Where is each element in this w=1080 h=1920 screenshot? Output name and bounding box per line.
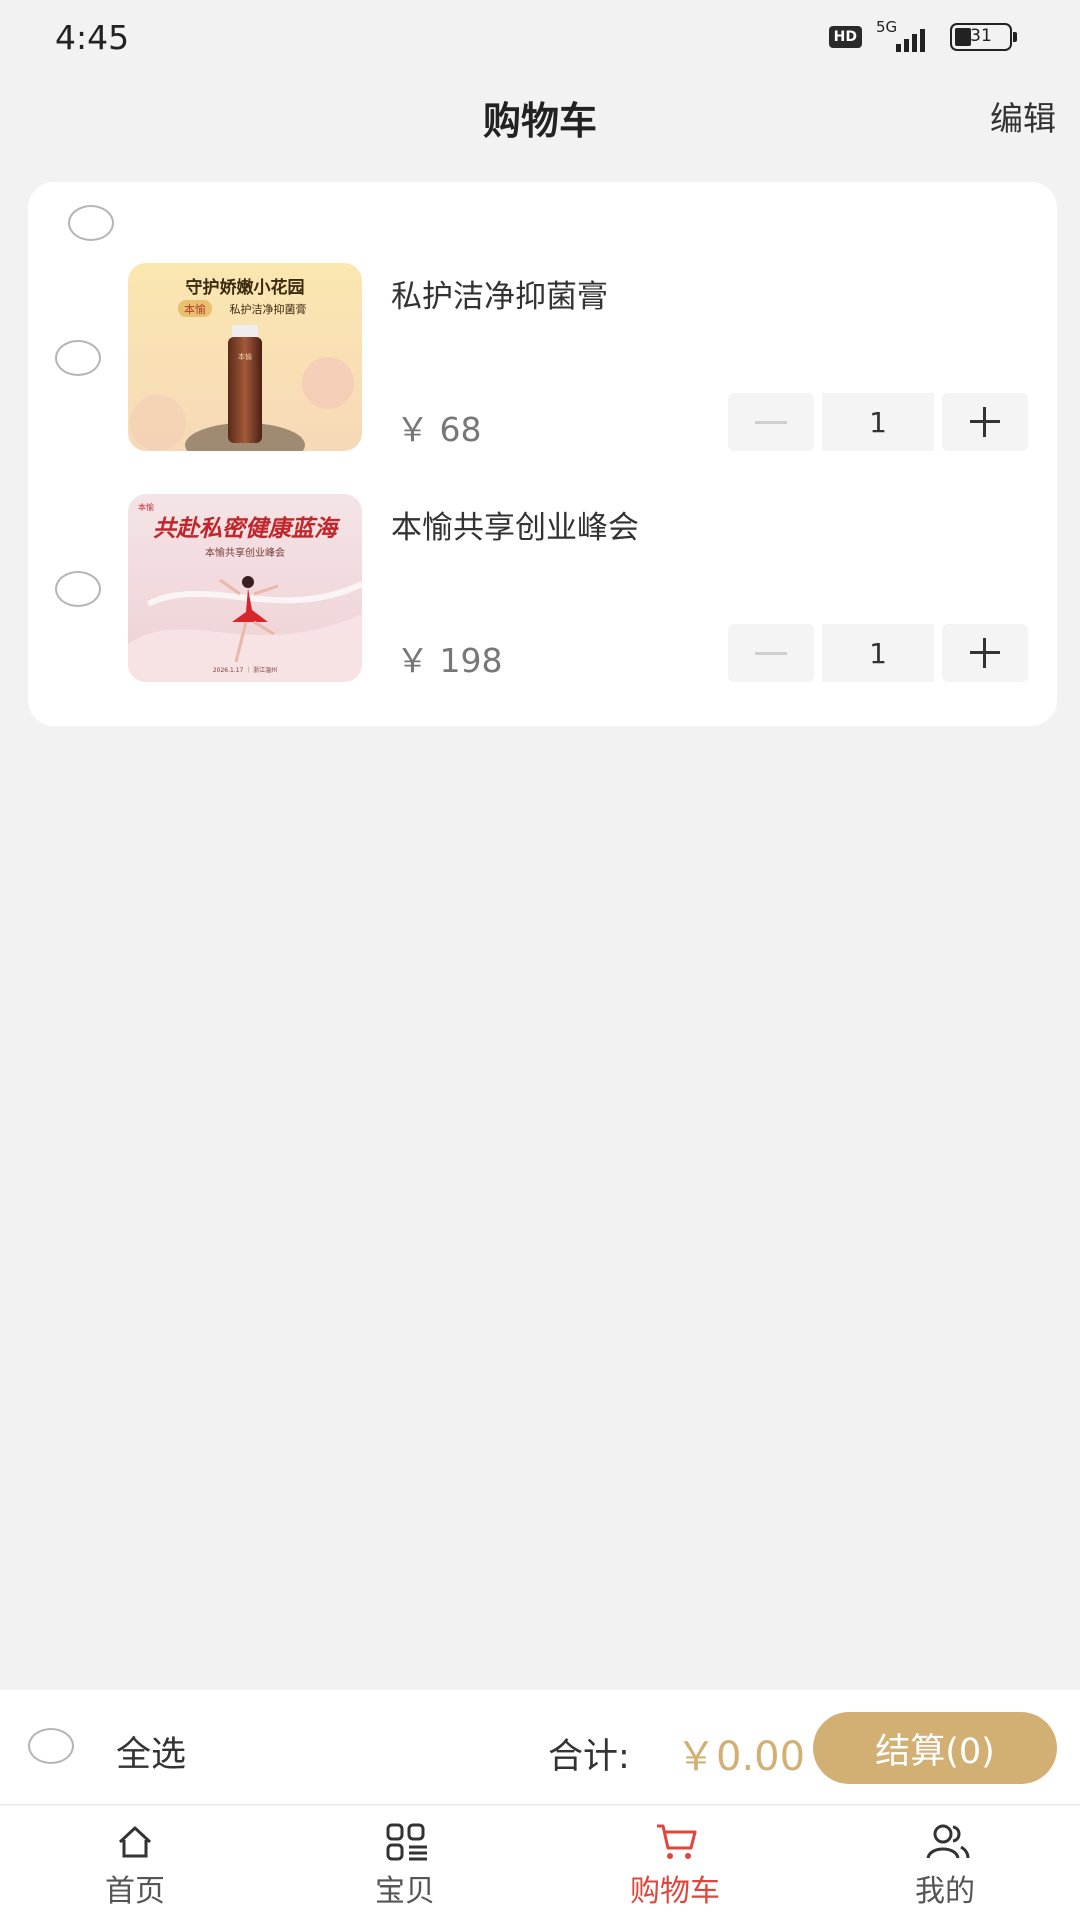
- header: 购物车 编辑: [0, 78, 1080, 150]
- select-all-radio[interactable]: [28, 1728, 74, 1764]
- tab-bar: 首页 宝贝 购物车 我的: [0, 1806, 1080, 1920]
- network-type: 5G: [876, 18, 898, 36]
- home-icon: [118, 1826, 152, 1858]
- plus-icon: [970, 638, 1000, 668]
- status-time: 4:45: [55, 18, 130, 57]
- tab-label: 购物车: [630, 1874, 720, 1909]
- product-image[interactable]: 守护娇嫩小花园 本愉 私护洁净抑菌膏 本愉: [128, 263, 362, 451]
- image-headline: 守护娇嫩小花园: [186, 277, 305, 298]
- quantity-value[interactable]: 1: [822, 624, 934, 682]
- decrease-button[interactable]: [728, 624, 814, 682]
- checkout-button[interactable]: 结算(0): [813, 1712, 1057, 1784]
- minus-icon: [755, 420, 787, 424]
- tab-cart[interactable]: 购物车: [540, 1806, 810, 1920]
- tab-products[interactable]: 宝贝: [270, 1806, 540, 1920]
- decrease-button[interactable]: [728, 393, 814, 451]
- product-image-summit: 本愉 共赴私密健康蓝海 本愉共享创业峰会 2026.1.17 ｜ 浙江温州: [128, 494, 362, 682]
- grid-icon: [386, 1823, 427, 1861]
- checkout-bar: 全选 合计: ￥0.00 结算(0): [0, 1690, 1080, 1805]
- edit-button[interactable]: 编辑: [990, 92, 1056, 140]
- cart-item: 本愉 共赴私密健康蓝海 本愉共享创业峰会 2026.1.17 ｜ 浙江温州 本愉…: [28, 494, 1057, 684]
- item-price: ￥ 198: [396, 641, 503, 680]
- image-brand: 本愉: [184, 302, 206, 316]
- tab-profile[interactable]: 我的: [810, 1806, 1080, 1920]
- page-title: 购物车: [482, 99, 597, 143]
- hd-icon: HD: [828, 26, 862, 48]
- tab-label: 我的: [915, 1874, 975, 1909]
- item-name[interactable]: 本愉共享创业峰会: [391, 502, 639, 547]
- cart-item: 守护娇嫩小花园 本愉 私护洁净抑菌膏 本愉 私护洁净抑菌膏 ￥ 68 1: [28, 263, 1057, 453]
- image-product: 私护洁净抑菌膏: [230, 302, 307, 316]
- battery-icon: 31: [950, 23, 1017, 51]
- quantity-stepper: 1: [728, 624, 1028, 682]
- product-image-cream: 守护娇嫩小花园 本愉 私护洁净抑菌膏 本愉: [128, 263, 362, 451]
- cart-icon: [657, 1824, 697, 1859]
- tab-home[interactable]: 首页: [0, 1806, 270, 1920]
- signal-icon: 5G: [874, 18, 938, 52]
- item-name[interactable]: 私护洁净抑菌膏: [391, 271, 608, 316]
- total-label: 合计:: [548, 1737, 630, 1777]
- total-value: ￥0.00: [676, 1734, 806, 1780]
- bottle-label: 本愉: [238, 352, 252, 361]
- increase-button[interactable]: [942, 624, 1028, 682]
- shop-select-radio[interactable]: [68, 205, 114, 241]
- minus-icon: [755, 651, 787, 655]
- status-icons: HD 5G 31: [828, 18, 1017, 52]
- cart-card: 守护娇嫩小花园 本愉 私护洁净抑菌膏 本愉 私护洁净抑菌膏 ￥ 68 1 本愉 …: [28, 182, 1057, 726]
- item-price: ￥ 68: [396, 410, 482, 449]
- quantity-value[interactable]: 1: [822, 393, 934, 451]
- increase-button[interactable]: [942, 393, 1028, 451]
- status-bar: 4:45 HD 5G 31: [0, 0, 1080, 78]
- item-select-radio[interactable]: [55, 571, 101, 607]
- item-select-radio[interactable]: [55, 340, 101, 376]
- tab-label: 首页: [105, 1874, 165, 1909]
- product-image[interactable]: 本愉 共赴私密健康蓝海 本愉共享创业峰会 2026.1.17 ｜ 浙江温州: [128, 494, 362, 682]
- image-subtitle: 本愉共享创业峰会: [205, 546, 285, 559]
- image-footer: 2026.1.17 ｜ 浙江温州: [213, 666, 277, 674]
- user-icon: [926, 1824, 970, 1859]
- quantity-stepper: 1: [728, 393, 1028, 451]
- image-brand: 本愉: [138, 502, 154, 512]
- image-headline: 共赴私密健康蓝海: [153, 515, 341, 542]
- plus-icon: [970, 407, 1000, 437]
- tab-label: 宝贝: [375, 1874, 435, 1909]
- battery-percent: 31: [970, 26, 992, 46]
- select-all-label[interactable]: 全选: [116, 1726, 186, 1777]
